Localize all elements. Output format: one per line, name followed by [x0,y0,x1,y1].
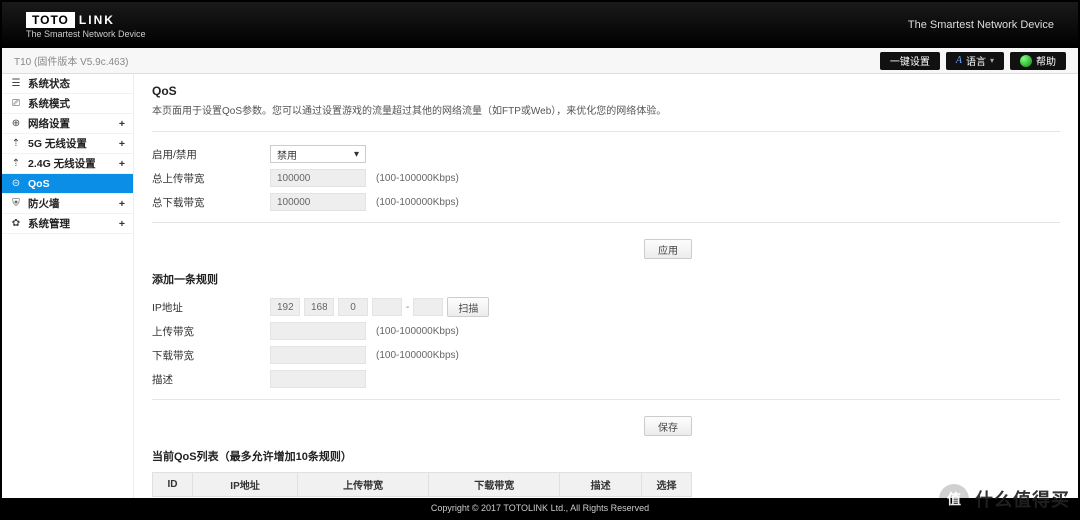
col-ip: IP地址 [193,473,298,497]
footer: Copyright © 2017 TOTOLINK Ltd., All Righ… [2,498,1078,518]
sidebar-item-label: 系统模式 [28,96,125,111]
globe-icon: ⊕ [10,118,22,129]
brand-tagline-right: The Smartest Network Device [908,19,1054,31]
sidebar-item-label: 网络设置 [28,116,113,131]
language-label: 语言 [966,53,986,68]
ip-range-end[interactable] [413,298,443,316]
dash-separator: - [406,302,409,313]
sidebar-item-5g-wireless[interactable]: ⇡ 5G 无线设置 + [2,134,133,154]
ip-label: IP地址 [152,300,270,315]
col-desc: 描述 [560,473,642,497]
expand-icon: + [119,118,125,130]
range-hint: (100-100000Kbps) [376,350,459,361]
save-button[interactable]: 保存 [644,416,692,436]
sidebar-item-24g-wireless[interactable]: ⇡ 2.4G 无线设置 + [2,154,133,174]
add-rule-title: 添加一条规则 [152,271,1060,287]
sidebar-item-qos[interactable]: ⊝ QoS [2,174,133,194]
gear-icon: ✿ [10,218,22,229]
enable-label: 启用/禁用 [152,147,270,162]
range-hint: (100-100000Kbps) [376,173,459,184]
rule-desc-input[interactable] [270,370,366,388]
wifi-icon: ⇡ [10,158,22,169]
range-hint: (100-100000Kbps) [376,326,459,337]
logo-left: TOTO [26,12,75,28]
help-button[interactable]: 帮助 [1010,52,1066,70]
ip-octet-2[interactable] [304,298,334,316]
main-content: QoS 本页面用于设置QoS参数。您可以通过设置游戏的流量超过其他的网络流量（如… [134,74,1078,498]
one-key-setup-button[interactable]: 一键设置 [880,52,940,70]
sidebar-item-label: 防火墙 [28,196,113,211]
rule-desc-label: 描述 [152,372,270,387]
divider [152,131,1060,132]
expand-icon: + [119,138,125,150]
ip-octet-1[interactable] [270,298,300,316]
col-id: ID [153,473,193,497]
wifi-icon: ⇡ [10,138,22,149]
sidebar-item-label: 5G 无线设置 [28,136,113,151]
language-button[interactable]: A 语言 ▾ [946,52,1004,70]
app-header: TOTO LINK The Smartest Network Device Th… [2,2,1078,48]
toolbar: T10 (固件版本 V5.9c.463) 一键设置 A 语言 ▾ 帮助 [2,48,1078,74]
total-download-label: 总下载带宽 [152,195,270,210]
sidebar-item-firewall[interactable]: ⛨ 防火墙 + [2,194,133,214]
expand-icon: + [119,218,125,230]
brand-tagline-left: The Smartest Network Device [26,29,146,39]
rule-upload-label: 上传带宽 [152,324,270,339]
list-icon: ☰ [10,78,22,89]
rule-download-label: 下载带宽 [152,348,270,363]
ip-octet-4[interactable] [372,298,402,316]
divider [152,222,1060,223]
help-label: 帮助 [1036,53,1056,68]
shield-icon: ⛨ [10,198,22,209]
col-select: 选择 [642,473,692,497]
sidebar-item-label: 2.4G 无线设置 [28,156,113,171]
apply-button[interactable]: 应用 [644,239,692,259]
watermark: 值 什么值得买 [939,484,1070,514]
qos-icon: ⊝ [10,178,22,189]
ip-octet-3[interactable] [338,298,368,316]
sidebar-item-label: 系统状态 [28,76,125,91]
divider [152,399,1060,400]
expand-icon: + [119,158,125,170]
chevron-down-icon: ▾ [354,149,359,160]
sidebar-item-network[interactable]: ⊕ 网络设置 + [2,114,133,134]
page-title: QoS [152,84,1060,98]
language-icon: A [956,55,962,66]
page-description: 本页面用于设置QoS参数。您可以通过设置游戏的流量超过其他的网络流量（如FTP或… [152,102,1060,117]
chevron-down-icon: ▾ [990,56,994,65]
logo-right: LINK [79,13,115,27]
rule-upload-input[interactable] [270,322,366,340]
mode-icon: ⎚ [10,98,22,109]
watermark-text: 什么值得买 [975,486,1070,512]
sidebar-item-system-mode[interactable]: ⎚ 系统模式 [2,94,133,114]
total-upload-input[interactable] [270,169,366,187]
range-hint: (100-100000Kbps) [376,197,459,208]
total-upload-label: 总上传带宽 [152,171,270,186]
help-icon [1020,55,1032,67]
rule-download-input[interactable] [270,346,366,364]
sidebar-item-label: 系统管理 [28,216,113,231]
scan-button[interactable]: 扫描 [447,297,489,317]
brand-logo: TOTO LINK The Smartest Network Device [26,12,146,39]
total-download-input[interactable] [270,193,366,211]
col-download: 下载带宽 [429,473,560,497]
sidebar-item-system-status[interactable]: ☰ 系统状态 [2,74,133,94]
qos-table-title: 当前QoS列表（最多允许增加10条规则） [152,448,1060,464]
expand-icon: + [119,198,125,210]
watermark-badge: 值 [939,484,969,514]
copyright: Copyright © 2017 TOTOLINK Ltd., All Righ… [431,503,649,513]
firmware-version: T10 (固件版本 V5.9c.463) [14,53,128,68]
enable-value: 禁用 [277,147,297,162]
sidebar: ☰ 系统状态 ⎚ 系统模式 ⊕ 网络设置 + ⇡ 5G 无线设置 + ⇡ 2.4G 无线设置 +… [2,74,134,498]
one-key-label: 一键设置 [890,53,930,68]
qos-table: ID IP地址 上传带宽 下载带宽 描述 选择 [152,472,692,497]
sidebar-item-label: QoS [28,178,125,190]
sidebar-item-system-admin[interactable]: ✿ 系统管理 + [2,214,133,234]
col-upload: 上传带宽 [298,473,429,497]
enable-select[interactable]: 禁用 ▾ [270,145,366,163]
